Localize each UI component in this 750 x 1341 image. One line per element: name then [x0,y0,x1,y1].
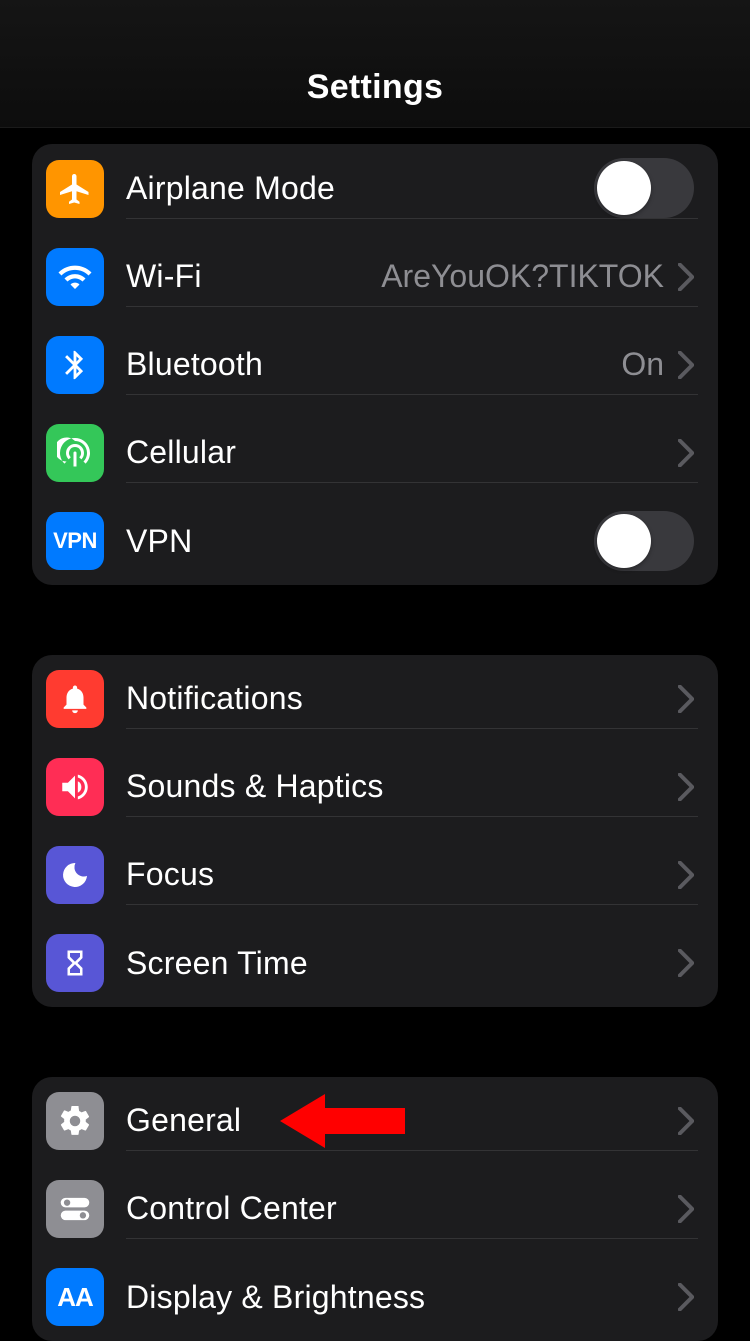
chevron-right-icon [678,685,694,713]
row-notifications[interactable]: Notifications [32,655,718,743]
chevron-right-icon [678,949,694,977]
row-label: Control Center [126,1190,678,1227]
chevron-right-icon [678,861,694,889]
row-airplane-mode[interactable]: Airplane Mode [32,144,718,233]
hourglass-icon [46,934,104,992]
textsize-icon: AA [46,1268,104,1326]
chevron-right-icon [678,263,694,291]
bluetooth-value: On [621,346,664,383]
row-general[interactable]: General [32,1077,718,1165]
airplane-icon [46,160,104,218]
vpn-toggle[interactable] [594,511,694,571]
row-sounds[interactable]: Sounds & Haptics [32,743,718,831]
row-label: Notifications [126,680,678,717]
row-bluetooth[interactable]: Bluetooth On [32,321,718,409]
switches-icon [46,1180,104,1238]
row-label: Cellular [126,434,678,471]
chevron-right-icon [678,351,694,379]
row-label: Airplane Mode [126,170,594,207]
bluetooth-icon [46,336,104,394]
row-cellular[interactable]: Cellular [32,409,718,497]
row-screen-time[interactable]: Screen Time [32,919,718,1007]
row-focus[interactable]: Focus [32,831,718,919]
wifi-value: AreYouOK?TIKTOK [381,258,664,295]
row-label: General [126,1102,678,1139]
wifi-icon [46,248,104,306]
group-general: General Control Center AA Display & Brig… [32,1077,718,1341]
row-label: Sounds & Haptics [126,768,678,805]
header: Settings [0,0,750,128]
chevron-right-icon [678,773,694,801]
row-label: Screen Time [126,945,678,982]
settings-content: Airplane Mode Wi-Fi AreYouOK?TIKTOK Blue… [0,144,750,1341]
chevron-right-icon [678,1283,694,1311]
chevron-right-icon [678,439,694,467]
row-control-center[interactable]: Control Center [32,1165,718,1253]
group-notifications: Notifications Sounds & Haptics Focus [32,655,718,1007]
row-label: VPN [126,523,594,560]
row-wifi[interactable]: Wi-Fi AreYouOK?TIKTOK [32,233,718,321]
moon-icon [46,846,104,904]
row-display[interactable]: AA Display & Brightness [32,1253,718,1341]
row-label: Display & Brightness [126,1279,678,1316]
row-label: Bluetooth [126,346,621,383]
row-vpn[interactable]: VPN VPN [32,497,718,585]
row-label: Focus [126,856,678,893]
gear-icon [46,1092,104,1150]
chevron-right-icon [678,1195,694,1223]
row-label: Wi-Fi [126,258,381,295]
group-connectivity: Airplane Mode Wi-Fi AreYouOK?TIKTOK Blue… [32,144,718,585]
page-title: Settings [307,68,444,107]
vpn-icon: VPN [46,512,104,570]
cellular-icon [46,424,104,482]
speaker-icon [46,758,104,816]
airplane-toggle[interactable] [594,158,694,218]
bell-icon [46,670,104,728]
chevron-right-icon [678,1107,694,1135]
